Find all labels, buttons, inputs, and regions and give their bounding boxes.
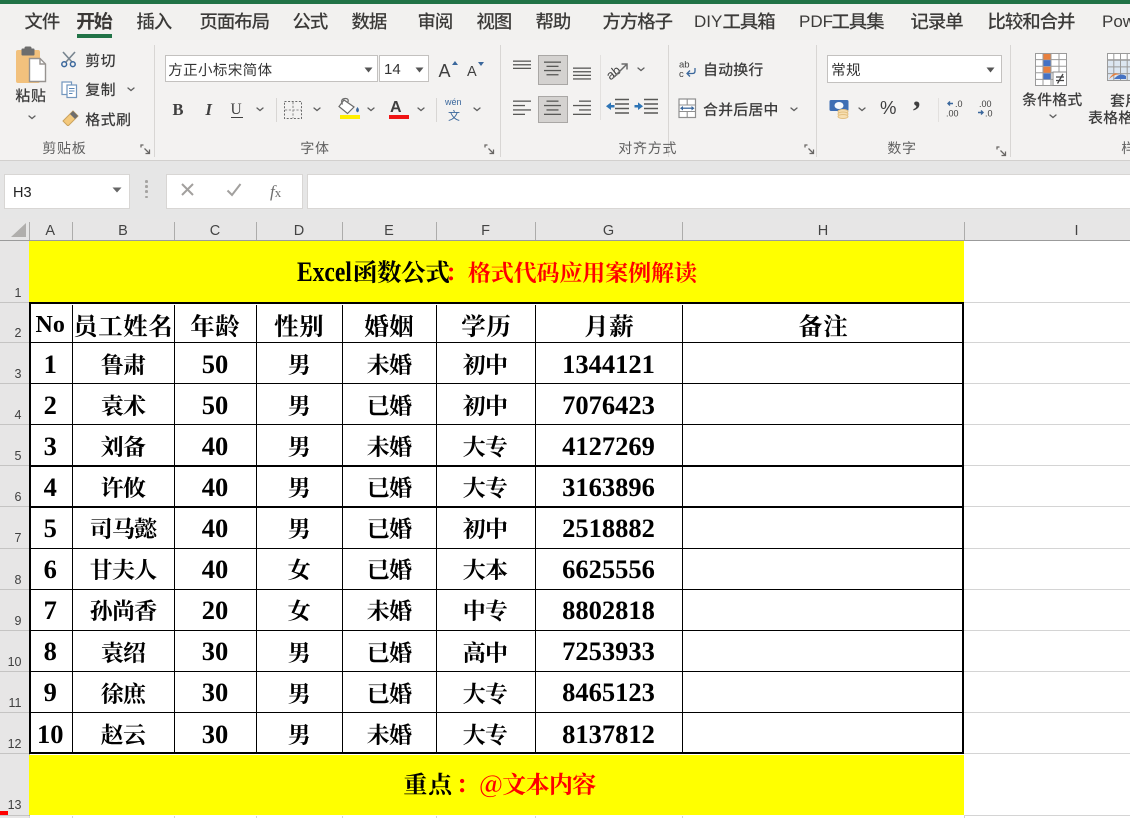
svg-text:ab: ab [606, 62, 624, 83]
svg-text:.0: .0 [985, 109, 993, 118]
svg-text:.00: .00 [946, 109, 959, 118]
svg-text:c: c [679, 69, 684, 79]
